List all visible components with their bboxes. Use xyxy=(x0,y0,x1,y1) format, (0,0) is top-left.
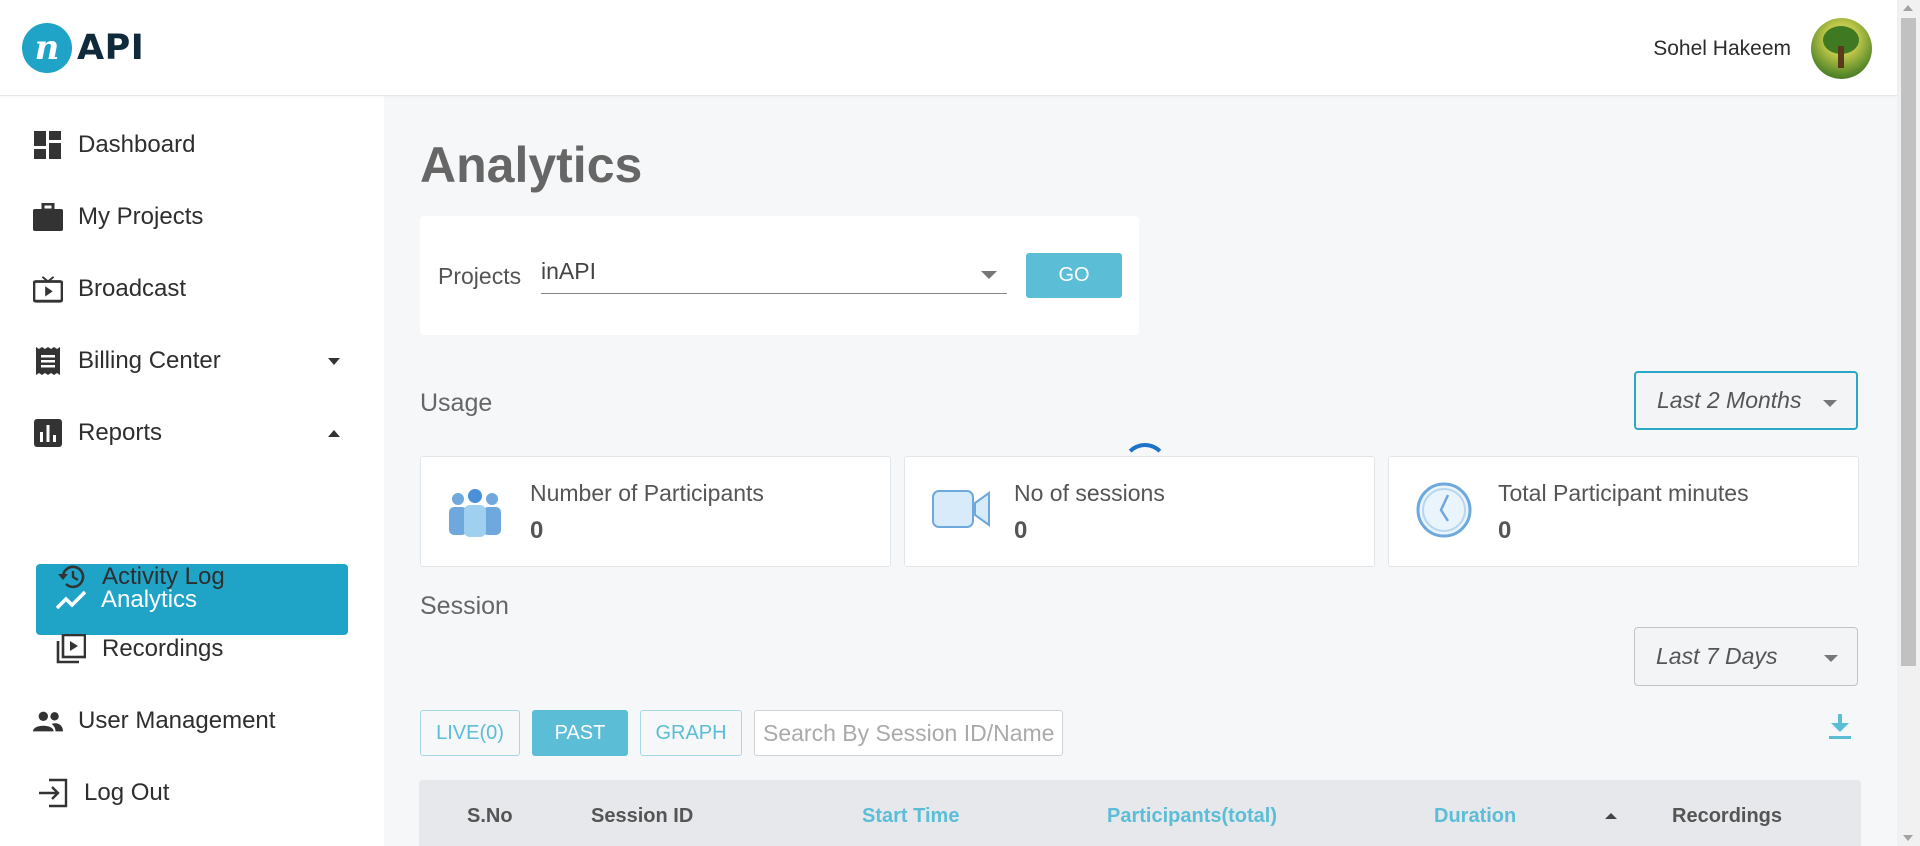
download-icon[interactable] xyxy=(1828,713,1858,745)
column-header-duration[interactable]: Duration xyxy=(1434,805,1516,828)
sidebar-item-log-out[interactable]: Log Out xyxy=(0,763,384,823)
sidebar-item-billing-center[interactable]: Billing Center xyxy=(0,331,384,391)
sidebar-item-dashboard[interactable]: Dashboard xyxy=(0,115,384,175)
stat-title: No of sessions xyxy=(1014,480,1165,506)
projects-label: Projects xyxy=(438,263,522,289)
session-range-value: Last 7 Days xyxy=(1656,643,1778,669)
column-header-sno[interactable]: S.No xyxy=(467,805,513,828)
page-scrollbar[interactable] xyxy=(1897,0,1920,846)
stat-card-sessions: No of sessions 0 xyxy=(904,456,1375,567)
project-selector-card: Projects inAPI GO xyxy=(420,216,1139,335)
user-name: Sohel Hakeem xyxy=(1653,36,1791,60)
project-select[interactable]: inAPI xyxy=(541,254,1007,294)
column-header-participants[interactable]: Participants(total) xyxy=(1107,805,1277,828)
avatar[interactable] xyxy=(1811,18,1872,79)
stat-value: 0 xyxy=(1014,517,1028,544)
scroll-down-icon[interactable] xyxy=(1903,835,1913,841)
usage-range-select[interactable]: Last 2 Months xyxy=(1634,371,1858,430)
tab-past[interactable]: PAST xyxy=(532,710,628,756)
logout-icon xyxy=(38,778,68,808)
tab-live[interactable]: LIVE(0) xyxy=(420,710,520,756)
chevron-down-icon xyxy=(1824,655,1838,662)
sidebar-item-label: Broadcast xyxy=(78,275,187,302)
sidebar-item-label: Activity Log xyxy=(102,563,225,590)
sidebar-item-reports[interactable]: Reports xyxy=(0,403,384,463)
sidebar-item-broadcast[interactable]: Broadcast xyxy=(0,259,384,319)
sidebar: Dashboard My Projects Broadcast Billing … xyxy=(0,96,384,846)
clock-icon xyxy=(1415,482,1472,541)
scroll-thumb[interactable] xyxy=(1901,18,1916,666)
column-header-start-time[interactable]: Start Time xyxy=(862,805,959,828)
sidebar-item-activity-log[interactable]: Activity Log xyxy=(0,547,384,607)
chevron-down-icon xyxy=(981,271,997,279)
dashboard-icon xyxy=(33,130,63,160)
usage-heading: Usage xyxy=(420,389,493,417)
sidebar-item-label: Recordings xyxy=(102,635,224,662)
main-content: Analytics Projects inAPI GO Usage Last 2… xyxy=(384,96,1897,846)
sidebar-item-label: User Management xyxy=(78,707,276,734)
logo-text: API xyxy=(77,28,145,68)
history-icon xyxy=(56,562,86,592)
tv-icon xyxy=(33,274,63,304)
receipt-icon xyxy=(33,346,63,376)
go-button[interactable]: GO xyxy=(1026,253,1122,298)
video-camera-icon xyxy=(931,487,990,541)
stat-title: Number of Participants xyxy=(530,480,764,506)
sidebar-item-recordings[interactable]: Recordings xyxy=(0,619,384,679)
chevron-down-icon xyxy=(328,357,340,365)
column-header-session-id[interactable]: Session ID xyxy=(591,805,693,828)
sidebar-item-user-management[interactable]: User Management xyxy=(0,691,384,751)
page-title: Analytics xyxy=(420,137,643,193)
sidebar-item-my-projects[interactable]: My Projects xyxy=(0,187,384,247)
sidebar-item-label: Billing Center xyxy=(78,347,221,374)
stat-value: 0 xyxy=(530,517,544,544)
session-search-input[interactable] xyxy=(754,710,1063,756)
sidebar-item-label: Reports xyxy=(78,419,163,446)
column-header-recordings[interactable]: Recordings xyxy=(1672,805,1782,828)
stat-title: Total Participant minutes xyxy=(1498,480,1749,506)
tab-graph[interactable]: GRAPH xyxy=(640,710,742,756)
participants-icon xyxy=(447,487,503,541)
chevron-up-icon xyxy=(328,429,340,437)
sessions-table-header: S.No Session ID Start Time Participants(… xyxy=(419,780,1861,846)
project-select-value: inAPI xyxy=(541,258,596,284)
chevron-down-icon xyxy=(1823,400,1837,407)
stat-value: 0 xyxy=(1498,517,1512,544)
app-logo[interactable]: n API xyxy=(22,23,144,73)
sort-ascending-icon[interactable] xyxy=(1605,813,1617,819)
bar-chart-icon xyxy=(33,418,63,448)
stat-card-minutes: Total Participant minutes 0 xyxy=(1388,456,1859,567)
logo-badge: n xyxy=(22,23,72,73)
briefcase-icon xyxy=(33,202,63,232)
sidebar-item-label: Log Out xyxy=(84,779,170,806)
people-icon xyxy=(33,706,63,736)
video-library-icon xyxy=(56,634,86,664)
user-menu[interactable]: Sohel Hakeem xyxy=(1653,18,1872,79)
stat-card-participants: Number of Participants 0 xyxy=(420,456,891,567)
session-heading: Session xyxy=(420,592,509,620)
sidebar-item-label: My Projects xyxy=(78,203,204,230)
scroll-up-icon[interactable] xyxy=(1903,5,1913,11)
sidebar-item-label: Dashboard xyxy=(78,131,196,158)
session-range-select[interactable]: Last 7 Days xyxy=(1634,627,1858,686)
usage-range-value: Last 2 Months xyxy=(1657,387,1802,413)
top-header: n API Sohel Hakeem xyxy=(0,0,1897,96)
